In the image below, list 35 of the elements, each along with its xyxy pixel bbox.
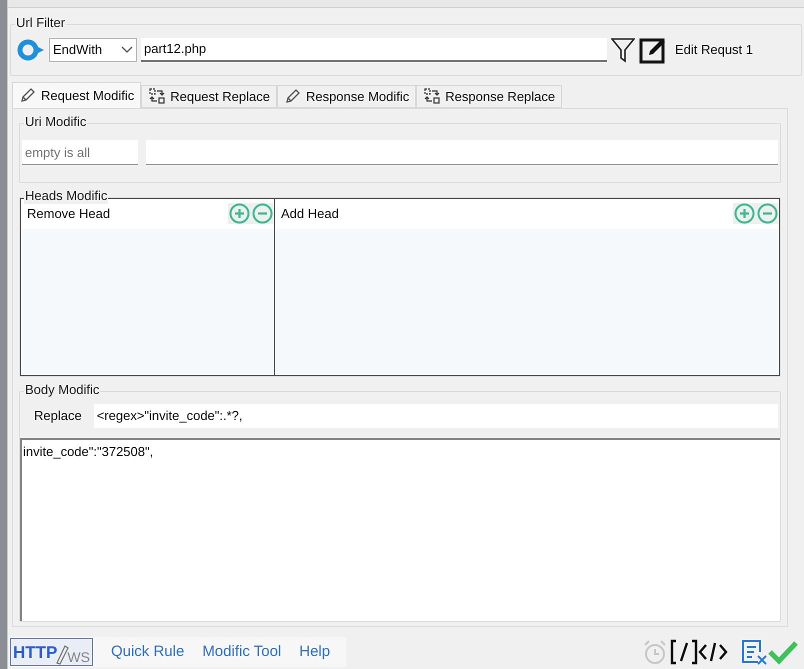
column-header: Add Head — [281, 205, 339, 224]
check-icon[interactable] — [768, 639, 798, 666]
remove-icon[interactable] — [252, 203, 273, 224]
tab[interactable]: Request Replace — [141, 84, 277, 108]
pencil-icon — [19, 86, 37, 104]
edit-icon[interactable] — [638, 36, 667, 64]
tab[interactable]: Response Modific — [276, 84, 416, 108]
swap-icon — [423, 87, 442, 106]
rule-name: Edit Requst 1 — [674, 41, 754, 60]
uri-field[interactable] — [146, 140, 778, 166]
logo[interactable]: HTTP WS — [10, 638, 93, 666]
uri-filter-field[interactable]: empty is all — [22, 140, 138, 166]
swap-icon — [148, 87, 166, 106]
footer-link[interactable]: Help — [299, 640, 330, 664]
add-icon[interactable] — [229, 203, 250, 224]
replace-label: Replace — [34, 407, 82, 426]
group-title: Body Modific — [24, 382, 100, 398]
chevron-icon — [121, 46, 133, 54]
tab[interactable]: Response Replace — [416, 84, 562, 108]
add-icon[interactable] — [734, 203, 755, 224]
bracket-slash-icon[interactable] — [670, 638, 698, 666]
url-input[interactable]: part12.php — [141, 38, 607, 62]
group-title: Heads Modific — [24, 188, 108, 204]
footer-link[interactable]: Quick Rule — [110, 640, 184, 664]
pencil-icon — [284, 87, 302, 106]
body-editor[interactable]: invite_code":"372508", — [20, 438, 780, 622]
tab[interactable]: Request Modific — [12, 82, 142, 108]
match-mode-select[interactable]: EndWith — [49, 38, 137, 62]
remove-icon[interactable] — [757, 203, 778, 224]
replace-field[interactable]: <regex>"invite_code":.*?, — [94, 404, 778, 428]
footer-link[interactable]: Modific Tool — [202, 640, 282, 664]
document-close-icon[interactable] — [740, 638, 768, 666]
toggle-icon[interactable] — [15, 38, 45, 61]
column-header: Remove Head — [27, 205, 110, 224]
filter-icon[interactable] — [610, 36, 635, 63]
